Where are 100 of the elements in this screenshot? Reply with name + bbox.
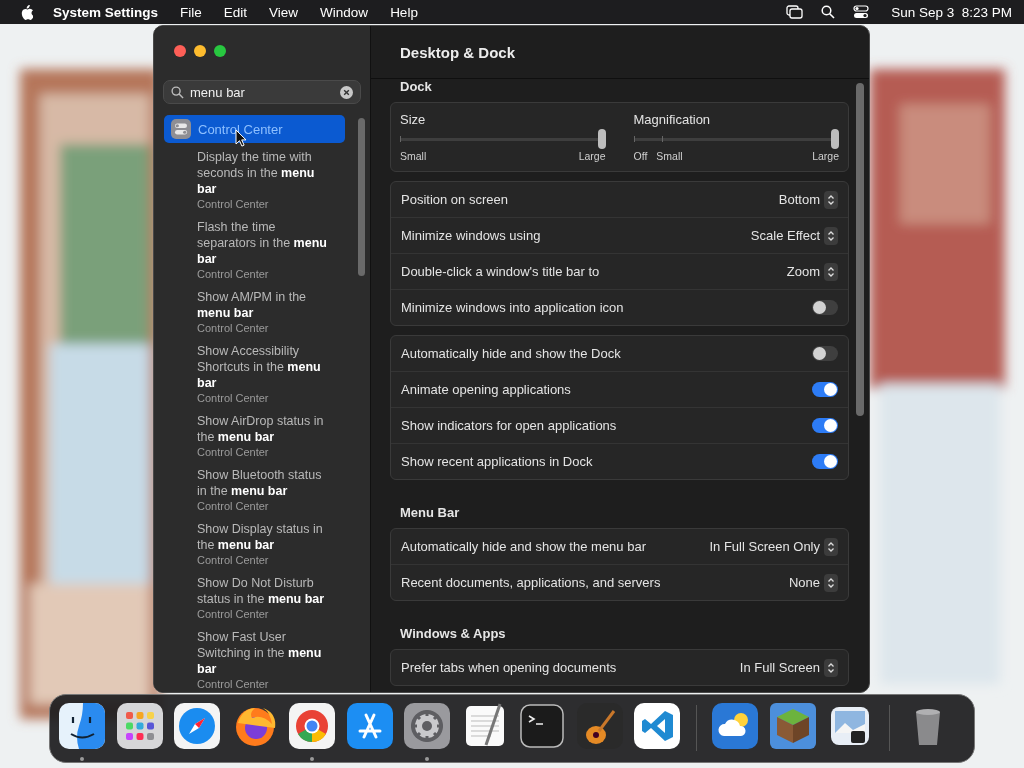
section-heading: Dock [399, 79, 433, 96]
result-source: Control Center [197, 391, 270, 405]
setting-label: Automatically hide and show the menu bar [401, 539, 646, 554]
terminal-icon [519, 703, 565, 749]
result-source: Control Center [197, 267, 270, 281]
close-button[interactable] [174, 45, 186, 57]
slider-thumb[interactable] [831, 129, 839, 149]
search-result[interactable]: Display the time with seconds in the menu bar Control Center [164, 149, 345, 211]
chevron-updown-icon [824, 226, 838, 245]
toggle-switch[interactable] [812, 382, 838, 397]
chevron-updown-icon [824, 573, 838, 592]
guitar-icon [576, 703, 623, 749]
scale-label: Off [633, 150, 648, 162]
section-heading: Menu Bar [399, 504, 461, 522]
search-result[interactable]: Show Fast User Switching in the menu bar Control Center [164, 629, 345, 691]
chevron-updown-icon [824, 262, 838, 281]
search-result[interactable]: Show AM/PM in the menu bar Control Center [164, 289, 345, 335]
popup-button[interactable]: In Full Screen Only [709, 537, 838, 556]
setting-label: Double-click a window's title bar to [401, 264, 600, 279]
compass-icon [174, 703, 220, 749]
search-result[interactable]: Show Accessibility Shortcuts in the menu bar Control Center [164, 343, 345, 405]
zoom-button[interactable] [214, 45, 226, 57]
clock[interactable]: Sun Sep 3 8:23 PM [891, 4, 1012, 20]
result-title: Show Do Not Disturb status in the menu bar [197, 575, 326, 607]
popup-button[interactable]: None [788, 573, 838, 592]
slider[interactable] [400, 129, 606, 149]
face-icon [59, 703, 105, 749]
popup-button[interactable]: In Full Screen [739, 658, 838, 677]
dock-item[interactable] [289, 703, 335, 761]
result-title: Show AM/PM in the menu bar [197, 289, 308, 321]
toggle-switch[interactable] [812, 300, 838, 315]
setting-label: Show recent applications in Dock [401, 454, 593, 469]
result-title: Flash the time separators in the menu bar [197, 219, 328, 267]
chevron-updown-icon [824, 537, 838, 556]
result-title: Show Display status in the menu bar [197, 521, 324, 553]
setting-label: Animate opening applications [401, 382, 571, 397]
dock-item[interactable] [59, 703, 105, 761]
letter-a-icon [346, 703, 393, 749]
popup-button[interactable]: Scale Effect [750, 226, 838, 245]
slider-label: Magnification [633, 112, 712, 127]
slider[interactable] [633, 129, 839, 149]
scale-label: Large [578, 150, 606, 162]
apple-icon[interactable] [20, 4, 33, 20]
app-menu[interactable]: System Settings [53, 4, 159, 20]
search-result[interactable]: Show Display status in the menu bar Control Center [164, 521, 345, 567]
app-grid-icon [116, 703, 163, 749]
result-source: Control Center [197, 445, 270, 459]
window-title: Desktop & Dock [400, 43, 516, 61]
setting-label: Prefer tabs when opening documents [401, 660, 617, 675]
result-source: Control Center [197, 607, 270, 621]
search-icon[interactable] [821, 5, 836, 19]
menu-item[interactable]: Edit [223, 4, 248, 20]
scale-label: Large [812, 150, 839, 162]
ring-browser-icon [289, 703, 335, 749]
setting-label: Position on screen [401, 192, 508, 207]
menu-item[interactable]: File [180, 4, 202, 20]
setting-label: Automatically hide and show the Dock [401, 346, 621, 361]
setting-label: Minimize windows using [401, 228, 541, 243]
minimize-button[interactable] [194, 45, 206, 57]
section-heading: Windows & Apps [399, 625, 507, 643]
toggles-icon[interactable] [853, 5, 870, 19]
setting-label: Minimize windows into application icon [401, 300, 624, 315]
result-source: Control Center [197, 197, 270, 211]
search-icon [171, 86, 184, 99]
result-source: Control Center [197, 499, 270, 513]
search-result[interactable]: Show Do Not Disturb status in the menu bar Control Center [164, 575, 345, 621]
result-title: Show AirDrop status in the menu bar [197, 413, 325, 445]
grass-block-icon [769, 703, 816, 749]
result-title: Display the time with seconds in the menu bar [197, 149, 316, 197]
windows-icon[interactable] [786, 5, 804, 19]
result-title: Show Fast User Switching in the menu bar [197, 629, 323, 677]
popup-button[interactable]: Bottom [778, 190, 838, 209]
search-result[interactable]: Show AirDrop status in the menu bar Control Center [164, 413, 345, 459]
chevron-updown-icon [824, 658, 838, 677]
setting-label: Show indicators for open applications [401, 418, 617, 433]
slider-thumb[interactable] [597, 129, 606, 149]
toggle-switch[interactable] [812, 346, 838, 361]
gear-icon [404, 703, 450, 749]
clear-icon[interactable] [340, 86, 353, 99]
cloud-sun-icon [712, 703, 758, 749]
search-field[interactable]: menu bar [163, 80, 361, 104]
result-title: Show Bluetooth status in the menu bar [197, 467, 323, 499]
menu-item[interactable]: Help [390, 4, 418, 20]
menu-item[interactable]: Window [320, 4, 369, 20]
menu-item[interactable]: View [269, 4, 299, 20]
chevron-updown-icon [824, 190, 838, 209]
toggles-icon [171, 119, 191, 139]
slider-label: Size [400, 112, 427, 127]
dock-item[interactable] [404, 703, 450, 761]
toggle-switch[interactable] [812, 418, 838, 433]
result-source: Control Center [197, 677, 270, 691]
setting-label: Recent documents, applications, and servers [401, 575, 661, 590]
scale-label: Small [400, 150, 427, 162]
search-result[interactable]: Show Bluetooth status in the menu bar Control Center [164, 467, 345, 513]
search-result[interactable]: Flash the time separators in the menu bar Control Center [164, 219, 345, 281]
result-source: Control Center [197, 321, 270, 335]
popup-button[interactable]: Zoom [786, 262, 838, 281]
scale-label: Small [656, 150, 683, 162]
toggle-switch[interactable] [812, 454, 838, 469]
result-source: Control Center [197, 553, 270, 567]
